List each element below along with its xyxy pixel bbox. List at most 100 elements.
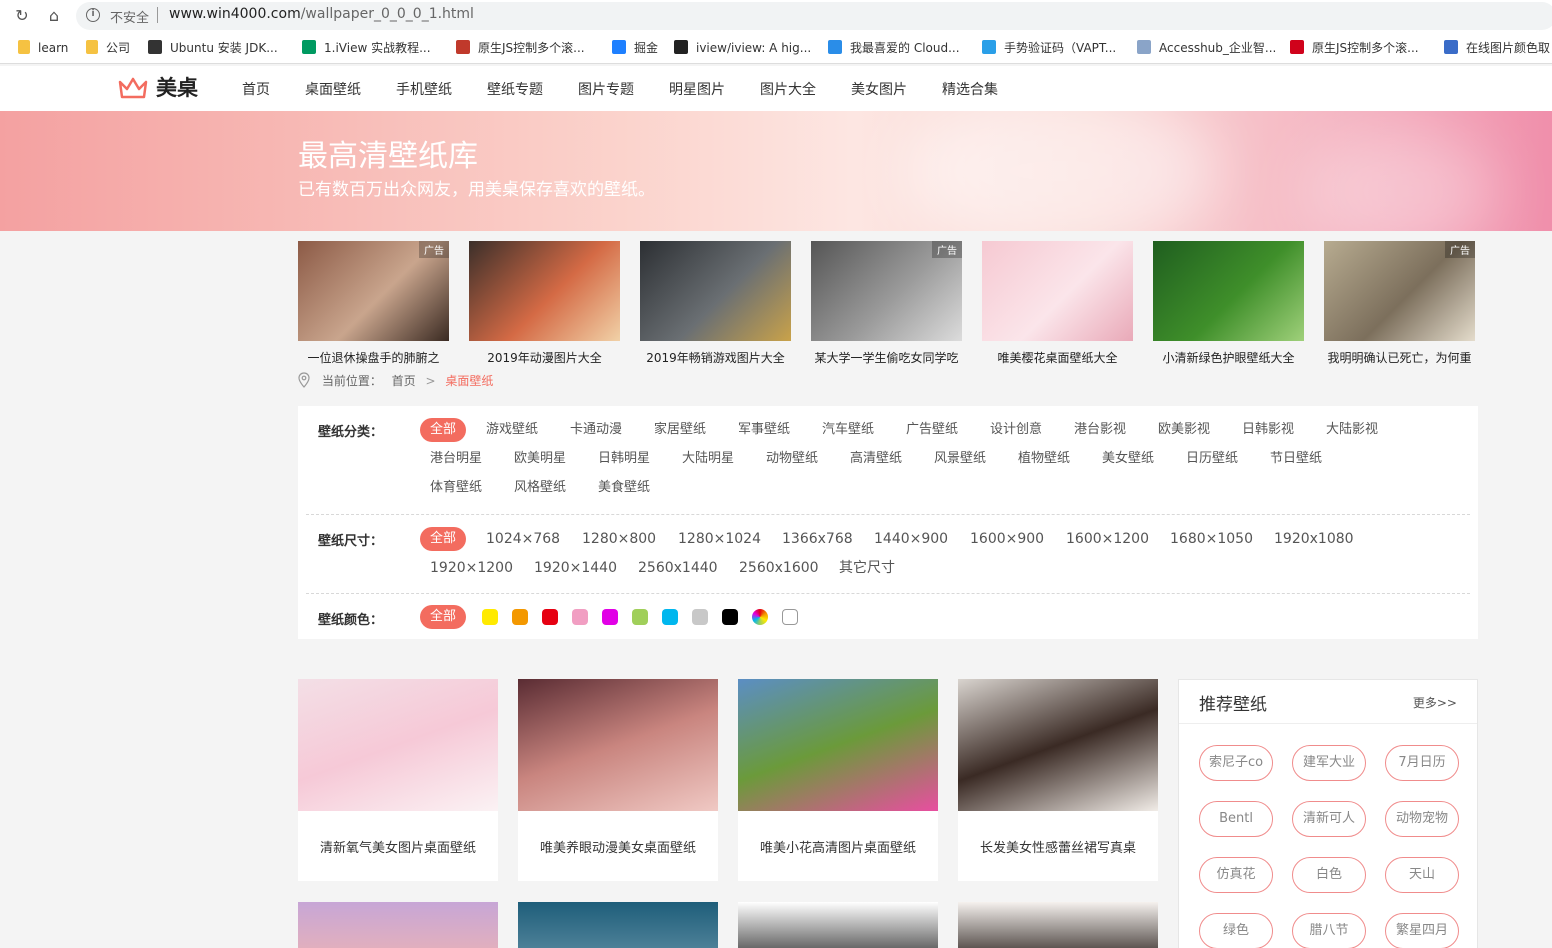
bookmark-item[interactable]: 原生JS控制多个滚... [1290,39,1419,57]
recommended-tag[interactable]: 动物宠物 [1385,801,1459,837]
recommended-tag[interactable]: 清新可人 [1292,801,1366,837]
url-text[interactable]: www.win4000.com/wallpaper_0_0_0_1.html [169,6,474,22]
wallpaper-caption[interactable]: 唯美小花高清图片桌面壁纸 [738,837,938,856]
category-tag[interactable]: 日历壁纸 [1186,447,1238,471]
size-tag[interactable]: 2560x1440 [638,556,718,580]
size-tag[interactable]: 1600×900 [970,527,1044,551]
size-tag[interactable]: 1280×1024 [678,527,761,551]
category-tag[interactable]: 高清壁纸 [850,447,902,471]
wallpaper-image[interactable] [298,679,498,811]
recommended-tag[interactable]: 腊八节 [1292,913,1366,948]
category-tag[interactable]: 汽车壁纸 [822,418,874,442]
bookmark-item[interactable]: 1.iView 实战教程... [302,39,431,57]
bookmark-item[interactable]: 原生JS控制多个滚... [456,39,585,57]
category-tag[interactable]: 设计创意 [990,418,1042,442]
wallpaper-image[interactable] [958,679,1158,811]
nav-link[interactable]: 首页 [242,79,270,99]
recommended-tag[interactable]: 7月日历 [1385,745,1459,781]
color-swatch[interactable] [512,609,528,625]
color-swatch[interactable] [662,609,678,625]
bookmark-item[interactable]: iview/iview: A hig... [674,39,811,57]
nav-link[interactable]: 精选合集 [942,79,998,99]
nav-link[interactable]: 桌面壁纸 [305,79,361,99]
featured-caption[interactable]: 一位退休操盘手的肺腑之 [298,349,449,366]
category-tag[interactable]: 欧美明星 [514,447,566,471]
featured-caption[interactable]: 某大学一学生偷吃女同学吃 [811,349,962,366]
nav-link[interactable]: 图片大全 [760,79,816,99]
size-tag[interactable]: 1600×1200 [1066,527,1149,551]
recommended-tag[interactable]: 白色 [1292,857,1366,893]
color-all-tag[interactable]: 全部 [420,605,467,629]
wallpaper-caption[interactable]: 唯美养眼动漫美女桌面壁纸 [518,837,718,856]
category-tag[interactable]: 日韩明星 [598,447,650,471]
featured-caption[interactable]: 2019年动漫图片大全 [469,349,620,366]
bookmark-item[interactable]: Ubuntu 安装 JDK... [148,39,278,57]
category-tag[interactable]: 大陆影视 [1326,418,1378,442]
bookmark-item[interactable]: 在线图片颜色取 [1444,39,1550,57]
reload-icon[interactable]: ↻ [12,6,32,26]
wallpaper-caption[interactable]: 长发美女性感蕾丝裙写真桌 [958,837,1158,856]
category-tag[interactable]: 军事壁纸 [738,418,790,442]
category-tag[interactable]: 卡通动漫 [570,418,622,442]
color-swatch[interactable] [482,609,498,625]
category-tag[interactable]: 家居壁纸 [654,418,706,442]
size-tag[interactable]: 1280×800 [582,527,656,551]
recommended-tag[interactable]: 繁星四月 [1385,913,1459,948]
size-tag[interactable]: 其它尺寸 [839,556,895,580]
size-tag[interactable]: 1440×900 [874,527,948,551]
size-tag[interactable]: 1920×1440 [534,556,617,580]
category-tag[interactable]: 大陆明星 [682,447,734,471]
color-swatch[interactable] [692,609,708,625]
size-tag[interactable]: 2560x1600 [739,556,819,580]
featured-caption[interactable]: 2019年畅销游戏图片大全 [640,349,791,366]
info-icon[interactable]: i [86,8,100,22]
category-tag[interactable]: 风景壁纸 [934,447,986,471]
featured-thumb[interactable]: 广告 [811,241,962,341]
breadcrumb-current[interactable]: 桌面壁纸 [445,374,493,388]
color-swatch[interactable] [782,609,798,625]
bookmark-item[interactable]: 公司 [86,39,130,57]
wallpaper-image[interactable] [738,679,938,811]
size-all-tag[interactable]: 全部 [420,527,467,551]
wallpaper-card[interactable]: 清新氧气美女图片桌面壁纸 [298,679,498,881]
wallpaper-card[interactable]: 唯美养眼动漫美女桌面壁纸 [518,679,718,881]
wallpaper-card[interactable] [518,902,718,948]
nav-link[interactable]: 图片专题 [578,79,634,99]
wallpaper-caption[interactable]: 清新氧气美女图片桌面壁纸 [298,837,498,856]
category-tag[interactable]: 动物壁纸 [766,447,818,471]
category-tag[interactable]: 风格壁纸 [514,476,566,500]
wallpaper-card[interactable] [958,902,1158,948]
nav-link[interactable]: 明星图片 [669,79,725,99]
wallpaper-card[interactable]: 长发美女性感蕾丝裙写真桌 [958,679,1158,881]
size-tag[interactable]: 1680×1050 [1170,527,1253,551]
wallpaper-card[interactable] [298,902,498,948]
featured-thumb[interactable] [982,241,1133,341]
category-tag[interactable]: 广告壁纸 [906,418,958,442]
color-swatch[interactable] [722,609,738,625]
featured-thumb[interactable] [469,241,620,341]
category-tag[interactable]: 美女壁纸 [1102,447,1154,471]
category-tag[interactable]: 游戏壁纸 [486,418,538,442]
color-swatch[interactable] [632,609,648,625]
breadcrumb-home-link[interactable]: 首页 [392,374,416,388]
recommended-tag[interactable]: 建军大业 [1292,745,1366,781]
size-tag[interactable]: 1024×768 [486,527,560,551]
bookmark-item[interactable]: learn [18,39,68,57]
bookmark-item[interactable]: Accesshub_企业智... [1137,39,1276,57]
featured-caption[interactable]: 唯美樱花桌面壁纸大全 [982,349,1133,366]
color-swatch[interactable] [572,609,588,625]
recommended-tag[interactable]: 索尼子co [1199,745,1273,781]
category-tag[interactable]: 植物壁纸 [1018,447,1070,471]
bookmark-item[interactable]: 手势验证码（VAPT... [982,39,1116,57]
nav-link[interactable]: 壁纸专题 [487,79,543,99]
category-tag[interactable]: 美食壁纸 [598,476,650,500]
recommended-tag[interactable]: 绿色 [1199,913,1273,948]
featured-thumb[interactable]: 广告 [1324,241,1475,341]
sidebar-more-link[interactable]: 更多>> [1413,694,1457,711]
nav-link[interactable]: 美女图片 [851,79,907,99]
featured-thumb[interactable] [1153,241,1304,341]
featured-thumb[interactable]: 广告 [298,241,449,341]
recommended-tag[interactable]: 仿真花 [1199,857,1273,893]
color-swatch[interactable] [542,609,558,625]
size-tag[interactable]: 1920×1200 [430,556,513,580]
